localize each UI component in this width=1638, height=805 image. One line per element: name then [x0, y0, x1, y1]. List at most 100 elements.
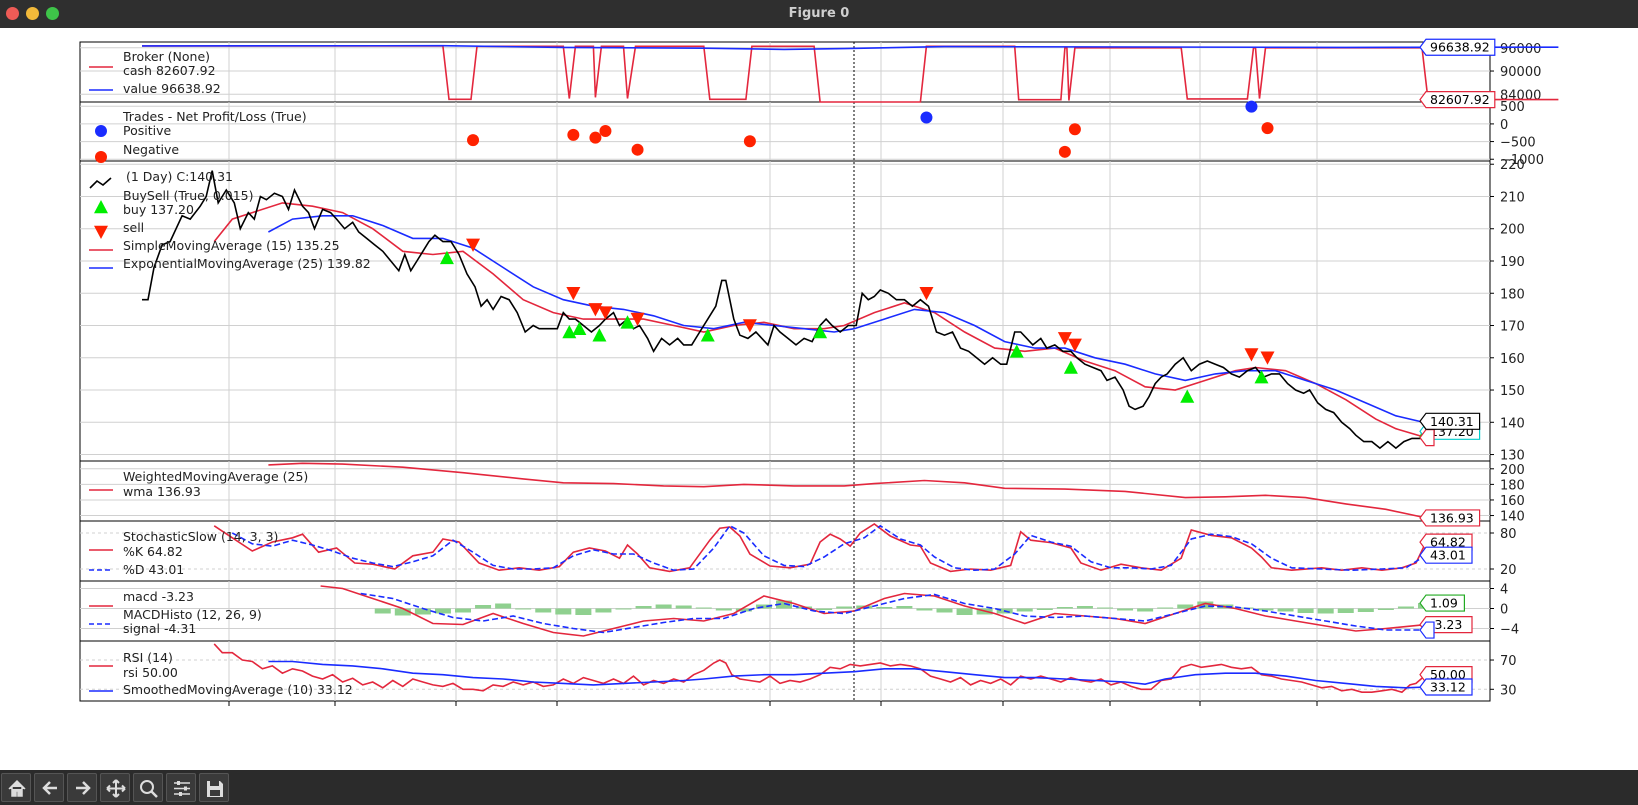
macd-histogram-bar: [615, 608, 632, 610]
navigation-toolbar: [0, 770, 1638, 805]
macd-histogram-bar: [1076, 606, 1093, 609]
macd-histogram-bar: [495, 603, 512, 609]
macd-histogram-bar: [455, 608, 471, 613]
negative-trade-marker: [599, 124, 612, 137]
macd-histogram-bar: [1097, 607, 1113, 609]
macd-histogram-bar: [434, 608, 451, 614]
macd-histogram-bar: [1117, 608, 1134, 611]
close-legend-label: (1 Day) C:140.31: [126, 169, 233, 184]
save-figure-button[interactable]: [199, 773, 229, 802]
macd-histogram-bar: [1137, 608, 1154, 612]
macd-histogram-bar: [956, 608, 973, 615]
macd-histogram-bar: [1317, 608, 1334, 614]
save-icon: [207, 781, 223, 797]
pan-button[interactable]: [100, 773, 130, 802]
macd-tick-label: 4: [1500, 583, 1508, 598]
ema-legend-label: ExponentialMovingAverage (25) 139.82: [123, 256, 371, 271]
smma-tag: 33.12: [1430, 680, 1466, 695]
price-tick-label: 180: [1500, 287, 1525, 302]
broker-tick-label: 90000: [1500, 65, 1541, 80]
smma-legend-label: SmoothedMovingAverage (10) 33.12: [123, 682, 353, 697]
macd-histogram-bar: [916, 608, 933, 611]
macdhisto-legend-title: MACDHisto (12, 26, 9): [123, 607, 262, 622]
negative-legend-swatch: [95, 151, 107, 163]
home-button[interactable]: [1, 773, 31, 802]
macd-histogram-bar: [414, 608, 431, 615]
macd-histogram-bar: [936, 608, 953, 613]
positive-legend-swatch: [95, 125, 107, 137]
configure-icon: [174, 781, 190, 796]
back-button[interactable]: [34, 773, 64, 802]
stoch-axes: [79, 520, 1491, 582]
wma-tag: 136.93: [1430, 510, 1474, 525]
macd-histogram-bar: [675, 605, 692, 609]
macd-legend-label: macd -3.23: [123, 589, 194, 604]
value-tag: 96638.92: [1430, 40, 1490, 55]
macd-histogram-bar: [655, 604, 672, 609]
configure-subplots-button[interactable]: [166, 773, 196, 802]
figure-canvas[interactable]: 96000 90000 84000 500 0 −500 −1000 220 210 200 190…: [0, 28, 1638, 770]
trades-tick-label: 500: [1500, 100, 1525, 115]
zoom-button[interactable]: [133, 773, 163, 802]
window-titlebar: Figure 0: [0, 0, 1638, 28]
sma-legend-label: SimpleMovingAverage (15) 135.25: [123, 238, 340, 253]
positive-trade-marker: [920, 111, 933, 124]
macd-histogram-bar: [1016, 608, 1033, 612]
rsi-legend-label: rsi 50.00: [123, 665, 178, 680]
price-axes: [79, 160, 1491, 462]
macd-histogram-bar: [555, 608, 572, 615]
macd-histogram-bar: [1337, 608, 1354, 613]
negative-trade-marker: [1261, 122, 1274, 135]
wma-tick-label: 180: [1500, 478, 1525, 493]
trades-tick-label: −500: [1500, 136, 1536, 151]
negative-trade-marker: [467, 134, 480, 147]
price-tick-label: 160: [1500, 352, 1525, 367]
macd-histogram-bar: [1397, 606, 1414, 609]
wma-legend-label: wma 136.93: [123, 484, 201, 499]
macd-histogram-bar: [475, 605, 492, 609]
macd-histogram-bar: [876, 607, 893, 609]
cash-tag: 82607.92: [1430, 92, 1490, 107]
macd-histogram-bar: [1056, 607, 1073, 609]
stoch-d-tag: 43.01: [1430, 548, 1466, 563]
stoch-k-legend-label: %K 64.82: [123, 544, 183, 559]
rsi-tick-label: 30: [1500, 683, 1517, 698]
wma-legend-title: WeightedMovingAverage (25): [123, 469, 308, 484]
negative-legend-label: Negative: [123, 142, 179, 157]
price-tick-label: 140: [1500, 416, 1525, 431]
macd-tag: -3.23: [1430, 617, 1462, 632]
macd-tick-label: −4: [1500, 623, 1519, 638]
cash-legend-label: cash 82607.92: [123, 63, 216, 78]
negative-trade-marker: [1058, 145, 1071, 158]
positive-trade-marker: [1245, 100, 1258, 113]
macd-histogram-bar: [695, 607, 712, 609]
macd-histogram-bar: [1297, 608, 1314, 613]
sell-legend-label: sell: [123, 220, 144, 235]
broker-axes: [79, 41, 1491, 103]
backtest-figure: 9600090000840005000−500−1000220210200190…: [79, 38, 1559, 706]
window-title: Figure 0: [788, 6, 850, 21]
rsi-tick-label: 70: [1500, 654, 1517, 669]
macd-tick-label: 0: [1500, 603, 1508, 618]
price-tick-label: 170: [1500, 320, 1525, 335]
macd-histogram-bar: [575, 608, 592, 615]
price-tick-label: 220: [1500, 158, 1525, 173]
price-tick-label: 130: [1500, 449, 1525, 464]
macd-histogram-bar: [1277, 608, 1294, 612]
macd-histogram-bar: [836, 606, 853, 609]
trades-legend-title: Trades - Net Profit/Loss (True): [122, 109, 307, 124]
negative-trade-marker: [743, 135, 756, 148]
wma-tick-label: 200: [1500, 463, 1525, 478]
home-icon: [8, 779, 26, 797]
wma-tick-label: 140: [1500, 510, 1525, 525]
pan-icon: [106, 779, 126, 798]
buy-legend-label: buy 137.20: [123, 202, 194, 217]
back-icon: [42, 781, 57, 795]
price-tick-label: 150: [1500, 384, 1525, 399]
macd-histogram-bar: [374, 608, 391, 614]
negative-trade-marker: [631, 143, 644, 156]
macd-histogram-bar: [535, 608, 552, 613]
forward-button[interactable]: [67, 773, 97, 802]
macd-histogram-bar: [515, 608, 532, 610]
stoch-tick-label: 20: [1500, 563, 1517, 578]
